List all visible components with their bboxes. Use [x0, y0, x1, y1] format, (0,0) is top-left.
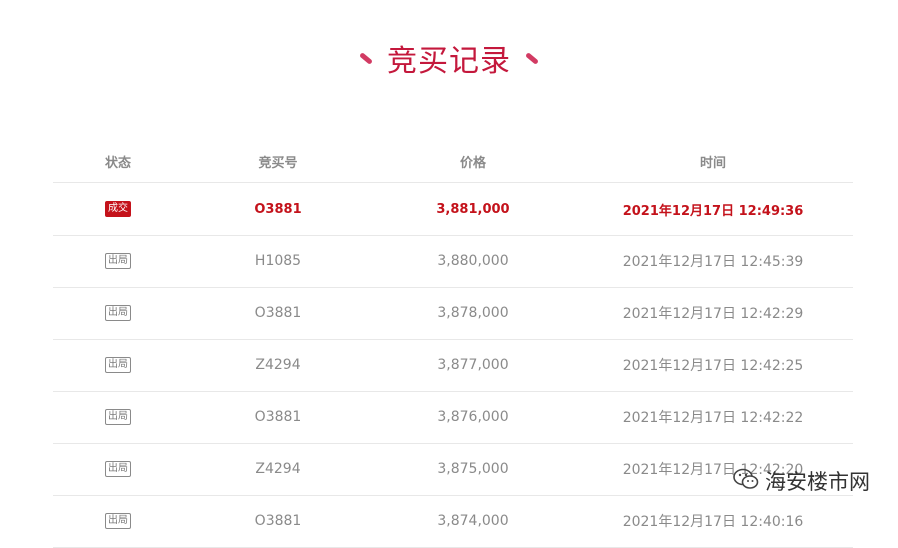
bid-no-cell: H1085 [254, 253, 302, 269]
status-badge: 出局 [105, 357, 131, 373]
bid-no-cell: Z4294 [255, 461, 301, 477]
table-row: 出局 O3881 3,874,000 2021年12月17日 12:40:16 [53, 495, 853, 548]
page-title-area: 竞买记录 [0, 34, 898, 82]
time-cell: 2021年12月17日 12:42:22 [622, 410, 804, 426]
table-header: 状态 竞买号 价格 时间 [53, 140, 853, 183]
time-cell: 2021年12月17日 12:49:36 [622, 203, 804, 219]
table-row: 成交 O3881 3,881,000 2021年12月17日 12:49:36 [53, 183, 853, 236]
header-price: 价格 [459, 155, 486, 171]
bid-no-cell: Z4294 [255, 357, 301, 373]
status-badge: 出局 [105, 409, 131, 425]
time-cell: 2021年12月17日 12:45:39 [622, 254, 804, 270]
header-bid-no: 竞买号 [258, 155, 298, 171]
watermark: 海安楼市网 [733, 466, 870, 496]
price-cell: 3,878,000 [437, 305, 509, 321]
status-badge: 出局 [105, 513, 131, 529]
bid-no-cell: O3881 [254, 305, 302, 321]
status-badge: 出局 [105, 253, 131, 269]
time-cell: 2021年12月17日 12:42:29 [622, 306, 804, 322]
table-row: 出局 O3881 3,878,000 2021年12月17日 12:42:29 [53, 287, 853, 340]
wechat-icon [733, 467, 759, 496]
watermark-text: 海安楼市网 [765, 470, 870, 494]
time-cell: 2021年12月17日 12:40:16 [622, 514, 804, 530]
right-decor-icon [525, 51, 539, 65]
table-row: 出局 O3881 3,876,000 2021年12月17日 12:42:22 [53, 391, 853, 444]
table-row: 出局 Z4294 3,877,000 2021年12月17日 12:42:25 [53, 339, 853, 392]
bid-no-cell: O3881 [254, 201, 302, 217]
page-title: 竞买记录 [387, 44, 511, 79]
header-status: 状态 [104, 155, 131, 171]
price-cell: 3,881,000 [436, 201, 510, 217]
bid-no-cell: O3881 [254, 513, 302, 529]
bid-no-cell: O3881 [254, 409, 302, 425]
left-decor-icon [359, 51, 373, 65]
price-cell: 3,875,000 [437, 461, 509, 477]
header-time: 时间 [699, 155, 726, 171]
status-badge: 成交 [105, 201, 131, 217]
table-row: 出局 H1085 3,880,000 2021年12月17日 12:45:39 [53, 235, 853, 288]
price-cell: 3,874,000 [437, 513, 509, 529]
status-badge: 出局 [105, 461, 131, 477]
price-cell: 3,877,000 [437, 357, 509, 373]
status-badge: 出局 [105, 305, 131, 321]
price-cell: 3,880,000 [437, 253, 509, 269]
time-cell: 2021年12月17日 12:42:25 [622, 358, 804, 374]
price-cell: 3,876,000 [437, 409, 509, 425]
